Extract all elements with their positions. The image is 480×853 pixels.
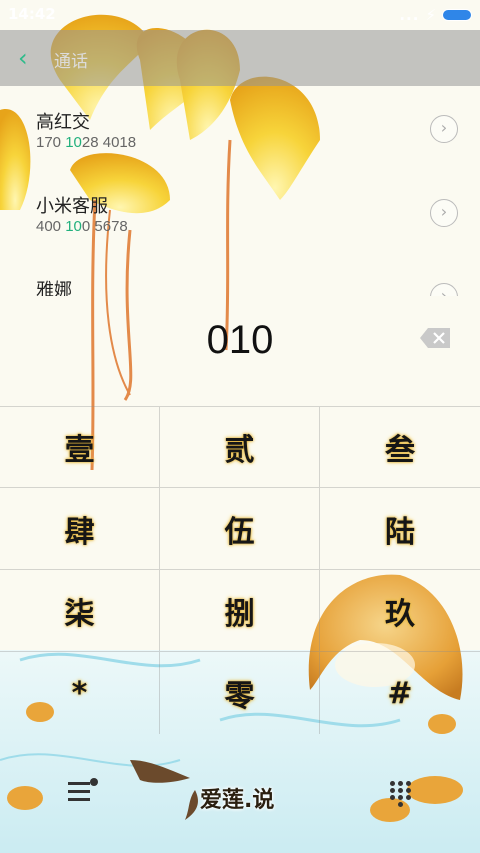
dial-input-area: 010 xyxy=(0,296,480,406)
signal-dots: ... xyxy=(399,6,420,24)
key-5[interactable]: 伍 xyxy=(160,488,320,570)
key-2[interactable]: 贰 xyxy=(160,406,320,488)
key-3[interactable]: 叁 xyxy=(320,406,480,488)
contact-number: 170 1028 4018 xyxy=(36,134,137,151)
contact-row[interactable]: 雅娜 › xyxy=(0,254,480,296)
chevron-right-icon[interactable]: › xyxy=(430,115,458,143)
key-hash[interactable]: # xyxy=(320,652,480,734)
bolt-icon: ⚡ xyxy=(425,6,436,24)
key-0[interactable]: 零 xyxy=(160,652,320,734)
contact-row[interactable]: 高红交 170 1028 4018 › xyxy=(0,86,480,170)
key-7[interactable]: 柒 xyxy=(0,570,160,652)
backspace-icon[interactable] xyxy=(420,328,450,348)
status-bar: 14:42 ... ⚡ xyxy=(0,0,480,30)
key-4[interactable]: 肆 xyxy=(0,488,160,570)
key-9[interactable]: 玖 xyxy=(320,570,480,652)
contact-name: 小米客服 xyxy=(36,196,108,216)
key-1[interactable]: 壹 xyxy=(0,406,160,488)
dial-keypad: 壹 贰 叁 肆 伍 陆 柒 捌 玖 * 零 # xyxy=(0,406,480,736)
key-6[interactable]: 陆 xyxy=(320,488,480,570)
chevron-left-icon[interactable]: ‹ xyxy=(18,44,28,72)
dialpad-icon[interactable] xyxy=(390,781,412,809)
brand-text: 爱莲.说 xyxy=(200,788,275,813)
contact-name: 雅娜 xyxy=(36,280,72,296)
bottom-bar: 爱莲.说 xyxy=(0,736,480,853)
battery-icon xyxy=(442,9,472,21)
page-title: 通话 xyxy=(54,52,88,71)
chevron-right-icon[interactable]: › xyxy=(430,199,458,227)
menu-icon[interactable] xyxy=(68,778,98,804)
key-8[interactable]: 捌 xyxy=(160,570,320,652)
app-header: ‹ 通话 xyxy=(0,30,480,86)
contact-suggestions: 高红交 170 1028 4018 › 小米客服 400 100 5678 › … xyxy=(0,86,480,296)
contact-row[interactable]: 小米客服 400 100 5678 › xyxy=(0,170,480,254)
status-time: 14:42 xyxy=(8,5,56,23)
chevron-right-icon[interactable]: › xyxy=(430,283,458,296)
notification-dot xyxy=(90,778,98,786)
contact-name: 高红交 xyxy=(36,112,90,132)
contact-number: 400 100 5678 xyxy=(36,218,128,235)
dialed-number: 010 xyxy=(206,318,274,362)
key-star[interactable]: * xyxy=(0,652,160,734)
